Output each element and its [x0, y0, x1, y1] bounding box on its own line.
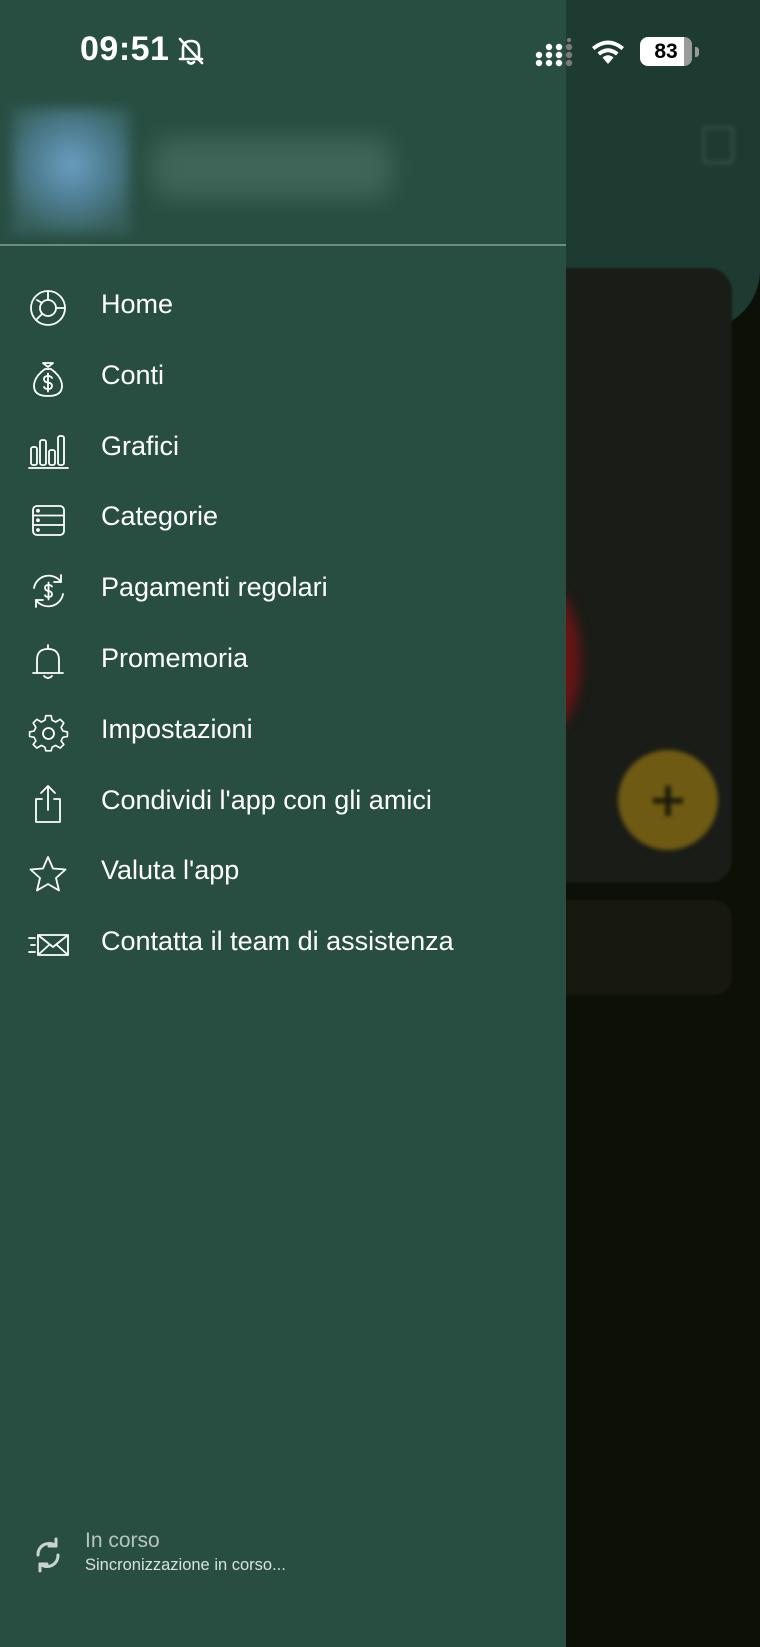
share-icon: [28, 784, 70, 824]
menu-item-contatta[interactable]: Contatta il team di assistenza: [0, 909, 566, 980]
plus-icon: +: [647, 772, 689, 828]
menu-item-promemoria[interactable]: Promemoria: [0, 626, 566, 697]
mail-icon: [28, 925, 70, 965]
menu-item-label: Pagamenti regolari: [101, 572, 328, 603]
menu-item-condividi[interactable]: Condividi l'app con gli amici: [0, 768, 566, 839]
money-bag-icon: [28, 359, 70, 399]
menu-item-label: Contatta il team di assistenza: [101, 926, 454, 957]
bell-icon: [28, 642, 70, 682]
menu-item-categorie[interactable]: Categorie: [0, 484, 566, 555]
menu-item-conti[interactable]: Conti: [0, 343, 566, 414]
menu-item-label: Grafici: [101, 430, 180, 461]
menu-item-grafici[interactable]: Grafici: [0, 414, 566, 485]
sync-title: In corso: [85, 1529, 160, 1552]
menu-item-label: Promemoria: [101, 642, 249, 673]
menu-item-label: Valuta l'app: [101, 855, 240, 886]
wifi-icon: [589, 36, 627, 66]
background-transaction-row: [540, 900, 732, 995]
sync-status: In corso Sincronizzazione in corso...: [0, 1525, 566, 1585]
sync-subtitle: Sincronizzazione in corso...: [85, 1556, 286, 1574]
profile-header[interactable]: [12, 108, 412, 234]
home-donut-icon: [28, 288, 70, 328]
list-icon: [28, 500, 70, 540]
navigation-drawer: Home Conti Grafici Categorie Pagamenti r…: [0, 0, 566, 1647]
menu-item-label: Conti: [101, 359, 165, 390]
menu-item-label: Condividi l'app con gli amici: [101, 784, 432, 815]
drawer-menu: Home Conti Grafici Categorie Pagamenti r…: [0, 272, 566, 980]
battery-icon: 83: [640, 37, 699, 66]
background-add-button: +: [618, 750, 718, 850]
signal-icon: [535, 37, 577, 68]
bell-off-icon: [177, 36, 205, 66]
battery-tip: [695, 47, 699, 57]
menu-item-label: Categorie: [101, 501, 219, 532]
bar-chart-icon: [28, 430, 70, 470]
avatar: [12, 108, 130, 234]
menu-item-valuta[interactable]: Valuta l'app: [0, 838, 566, 909]
sync-icon: [30, 1535, 66, 1575]
menu-item-label: Home: [101, 289, 174, 319]
menu-item-impostazioni[interactable]: Impostazioni: [0, 697, 566, 768]
battery-level: 83: [654, 40, 678, 63]
background-export-icon: [702, 126, 734, 164]
drawer-divider: [0, 244, 566, 246]
menu-item-pagamenti-regolari[interactable]: Pagamenti regolari: [0, 555, 566, 626]
profile-name-blurred: [152, 138, 392, 198]
status-bar: 09:51 83: [0, 0, 760, 100]
star-icon: [28, 854, 70, 894]
recurring-payment-icon: [28, 571, 70, 611]
menu-item-label: Impostazioni: [101, 713, 253, 744]
status-time: 09:51: [80, 30, 170, 68]
gear-icon: [28, 713, 70, 753]
menu-item-home[interactable]: Home: [0, 272, 566, 343]
